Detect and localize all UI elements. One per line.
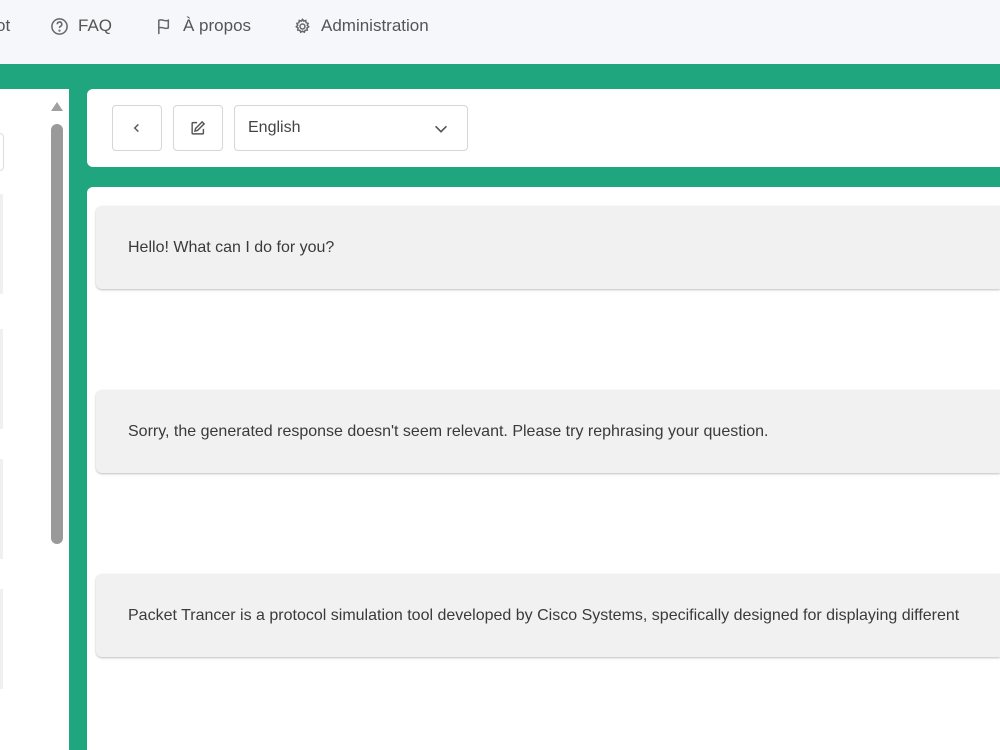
chat-message: Packet Trancer is a protocol simulation … [96,574,1000,657]
language-select-value: English [248,119,301,136]
nav-item-faq[interactable]: FAQ [50,14,112,38]
chat-message: Hello! What can I do for you? [96,206,1000,289]
chat-message: Sorry, the generated response doesn't se… [96,390,1000,473]
gear-icon [295,17,310,33]
edit-icon [191,120,206,135]
back-button[interactable] [112,105,162,151]
nav-item-label: FAQ [78,16,113,35]
chat-toolbar: English [87,89,1000,167]
nav-item-label: À propos [183,16,252,35]
nav-item-about[interactable]: À propos [155,14,251,38]
nav-item-label: Administration [321,16,429,35]
top-navigation: ot FAQ À propos Administration [0,0,1000,64]
question-circle-icon [51,17,68,35]
chat-message-text: Sorry, the generated response doesn't se… [128,422,769,440]
nav-item-truncated[interactable]: ot [0,14,10,38]
chevron-down-icon [435,125,447,133]
chat-panel: Hello! What can I do for you? Sorry, the… [87,187,1000,750]
sidebar-divider [0,459,3,559]
chevron-left-icon [133,123,139,133]
new-chat-button[interactable] [173,105,223,151]
scroll-up-arrow-icon[interactable] [51,102,63,111]
language-select[interactable]: English [234,105,468,151]
sidebar-divider [0,329,3,429]
sidebar [0,89,69,750]
sidebar-divider [0,194,3,294]
chat-message-text: Hello! What can I do for you? [128,238,335,256]
sidebar-divider [0,589,3,689]
nav-item-administration[interactable]: Administration [293,14,429,38]
scrollbar-thumb[interactable] [51,124,63,544]
nav-item-label: ot [0,16,11,35]
chat-message-text: Packet Trancer is a protocol simulation … [128,606,960,624]
flag-icon [158,18,170,34]
sidebar-input[interactable] [0,133,4,171]
